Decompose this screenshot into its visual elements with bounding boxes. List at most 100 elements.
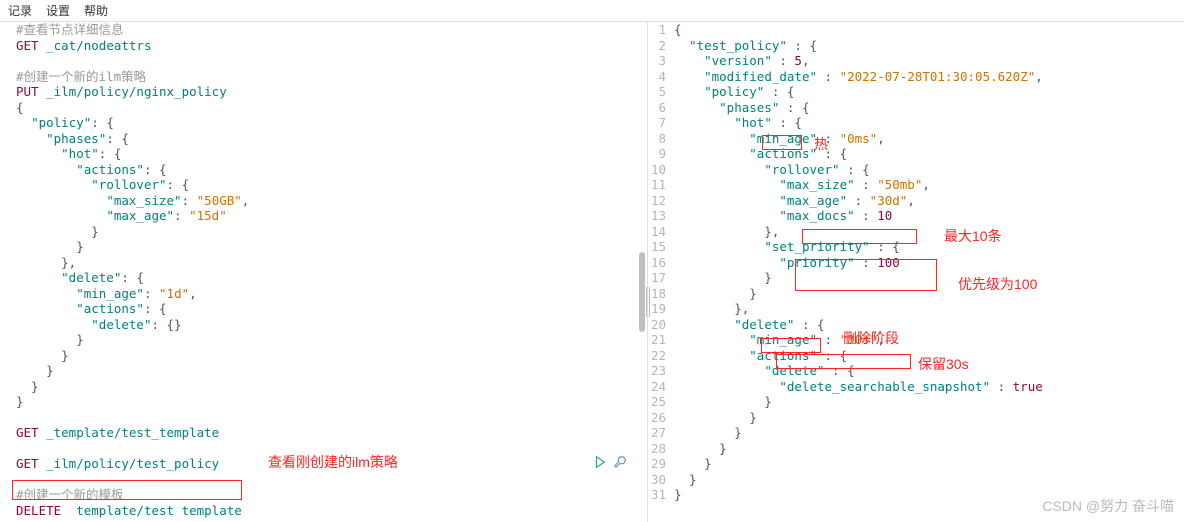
response-line: 11 "max_size" : "50mb", (648, 177, 1184, 193)
line-number: 6 (648, 100, 674, 116)
code-line[interactable]: } (0, 332, 647, 348)
code-line[interactable]: "policy": { (0, 115, 647, 131)
code-line[interactable]: DELETE template/test template (0, 503, 647, 519)
code-line[interactable]: "hot": { (0, 146, 647, 162)
code-line[interactable]: PUT _ilm/policy/nginx_policy (0, 84, 647, 100)
line-number: 26 (648, 410, 674, 426)
code-line[interactable]: #创建一个新的ilm策略 (0, 69, 647, 85)
annotation-box (795, 259, 937, 291)
line-number: 16 (648, 255, 674, 271)
code-line[interactable]: } (0, 394, 647, 410)
line-number: 23 (648, 363, 674, 379)
line-number: 24 (648, 379, 674, 395)
response-line: 1{ (648, 22, 1184, 38)
annotation-text: 热 (814, 134, 828, 154)
response-line: 22 "actions" : { (648, 348, 1184, 364)
code-line[interactable]: } (0, 239, 647, 255)
response-line: 25 } (648, 394, 1184, 410)
menu-item-help[interactable]: 帮助 (84, 2, 108, 19)
code-line[interactable] (0, 410, 647, 426)
watermark: CSDN @努力 奋斗喵 (1042, 496, 1174, 516)
line-number: 28 (648, 441, 674, 457)
response-line: 3 "version" : 5, (648, 53, 1184, 69)
menu-item-record[interactable]: 记录 (8, 2, 32, 19)
line-number: 25 (648, 394, 674, 410)
code-line[interactable]: GET _template/test_template (0, 425, 647, 441)
line-number: 27 (648, 425, 674, 441)
annotation-text: 删除阶段 (843, 328, 899, 348)
code-line[interactable]: "actions": { (0, 162, 647, 178)
response-line: 10 "rollover" : { (648, 162, 1184, 178)
line-number: 10 (648, 162, 674, 178)
response-line: 7 "hot" : { (648, 115, 1184, 131)
line-number: 9 (648, 146, 674, 162)
line-number: 30 (648, 472, 674, 488)
annotation-box (776, 354, 911, 369)
annotation-box (802, 229, 917, 244)
code-line[interactable]: "actions": { (0, 301, 647, 317)
response-line: 30 } (648, 472, 1184, 488)
code-line[interactable]: } (0, 348, 647, 364)
response-viewer[interactable]: 1{2 "test_policy" : {3 "version" : 5,4 "… (648, 22, 1184, 522)
response-line: 6 "phases" : { (648, 100, 1184, 116)
code-line[interactable]: "delete": {} (0, 317, 647, 333)
response-line: 9 "actions" : { (648, 146, 1184, 162)
line-number: 3 (648, 53, 674, 69)
line-number: 5 (648, 84, 674, 100)
response-line: 2 "test_policy" : { (648, 38, 1184, 54)
response-line: 29 } (648, 456, 1184, 472)
response-line: 23 "delete" : { (648, 363, 1184, 379)
annotation-text: 保留30s (918, 354, 969, 374)
code-line[interactable]: "rollover": { (0, 177, 647, 193)
code-line[interactable]: } (0, 363, 647, 379)
code-line[interactable]: "delete": { (0, 270, 647, 286)
split-view: #查看节点详细信息GET _cat/nodeattrs #创建一个新的ilm策略… (0, 22, 1184, 522)
code-line[interactable]: GET _cat/nodeattrs (0, 38, 647, 54)
code-line[interactable]: } (0, 379, 647, 395)
line-number: 29 (648, 456, 674, 472)
line-number: 1 (648, 22, 674, 38)
line-number: 21 (648, 332, 674, 348)
code-line[interactable]: { (0, 100, 647, 116)
annotation-box (762, 135, 802, 150)
line-number: 4 (648, 69, 674, 85)
code-line[interactable] (0, 53, 647, 69)
line-number: 22 (648, 348, 674, 364)
menu-bar: 记录 设置 帮助 (0, 0, 1184, 22)
line-number: 11 (648, 177, 674, 193)
response-line: 8 "min_age" : "0ms", (648, 131, 1184, 147)
response-line: 28 } (648, 441, 1184, 457)
annotation-text: 查看刚创建的ilm策略 (268, 452, 398, 472)
annotation-text: 优先级为100 (958, 274, 1037, 294)
line-number: 2 (648, 38, 674, 54)
request-editor[interactable]: #查看节点详细信息GET _cat/nodeattrs #创建一个新的ilm策略… (0, 22, 648, 522)
wrench-icon[interactable] (613, 455, 627, 472)
response-line: 27 } (648, 425, 1184, 441)
line-number: 15 (648, 239, 674, 255)
menu-item-settings[interactable]: 设置 (46, 2, 70, 19)
line-number: 8 (648, 131, 674, 147)
line-number: 12 (648, 193, 674, 209)
code-line[interactable]: "max_size": "50GB", (0, 193, 647, 209)
code-line[interactable]: "max_age": "15d" (0, 208, 647, 224)
code-line[interactable]: } (0, 224, 647, 240)
response-line: 24 "delete_searchable_snapshot" : true (648, 379, 1184, 395)
response-line: 12 "max_age" : "30d", (648, 193, 1184, 209)
response-line: 5 "policy" : { (648, 84, 1184, 100)
response-line: 13 "max_docs" : 10 (648, 208, 1184, 224)
code-line[interactable]: "phases": { (0, 131, 647, 147)
response-line: 26 } (648, 410, 1184, 426)
response-line: 4 "modified_date" : "2022-07-28T01:30:05… (648, 69, 1184, 85)
line-number: 13 (648, 208, 674, 224)
response-line: 19 }, (648, 301, 1184, 317)
run-action-row (593, 455, 627, 472)
response-line: 20 "delete" : { (648, 317, 1184, 333)
code-line[interactable]: }, (0, 255, 647, 271)
line-number: 14 (648, 224, 674, 240)
line-number: 31 (648, 487, 674, 503)
split-handle[interactable] (640, 272, 656, 332)
code-line[interactable]: #查看节点详细信息 (0, 22, 647, 38)
annotation-box (12, 480, 242, 500)
code-line[interactable]: "min_age": "1d", (0, 286, 647, 302)
play-icon[interactable] (593, 455, 607, 472)
